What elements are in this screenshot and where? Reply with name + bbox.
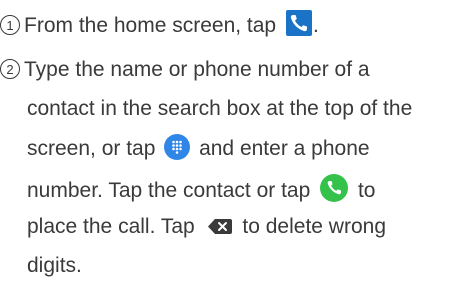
step-text: digits. <box>27 254 82 277</box>
step-number: 1 <box>0 15 20 35</box>
step-text: and enter a phone <box>193 137 370 160</box>
step-text: to delete wrong <box>236 215 386 238</box>
phone-app-icon <box>285 10 312 36</box>
step-2-line-6: digits. <box>27 252 82 280</box>
call-icon <box>320 174 349 202</box>
dialpad-icon <box>164 134 191 160</box>
step-2-line-2: contact in the search box at the top of … <box>27 95 412 123</box>
step-2-line-1: 2 Type the name or phone number of a <box>0 56 370 84</box>
step-1-line-1: 1 From the home screen, tap . <box>0 10 319 40</box>
step-2-line-4: number. Tap the contact or tap to <box>27 174 376 205</box>
delete-icon <box>207 215 233 234</box>
step-text: screen, or tap <box>27 137 162 160</box>
step-2-line-5: place the call. Tap to delete wrong <box>27 213 386 241</box>
step-text: Type the name or phone number of a <box>24 58 370 81</box>
step-text: . <box>312 14 319 37</box>
step-2-line-3: screen, or tap and enter a phone <box>27 134 370 163</box>
step-text: place the call. Tap <box>27 215 201 238</box>
step-text: to <box>352 179 376 202</box>
step-text: contact in the search box at the top of … <box>27 97 413 120</box>
step-text: From the home screen, tap <box>24 14 282 37</box>
step-text: number. Tap the contact or tap <box>27 179 317 202</box>
step-number: 2 <box>0 59 20 79</box>
